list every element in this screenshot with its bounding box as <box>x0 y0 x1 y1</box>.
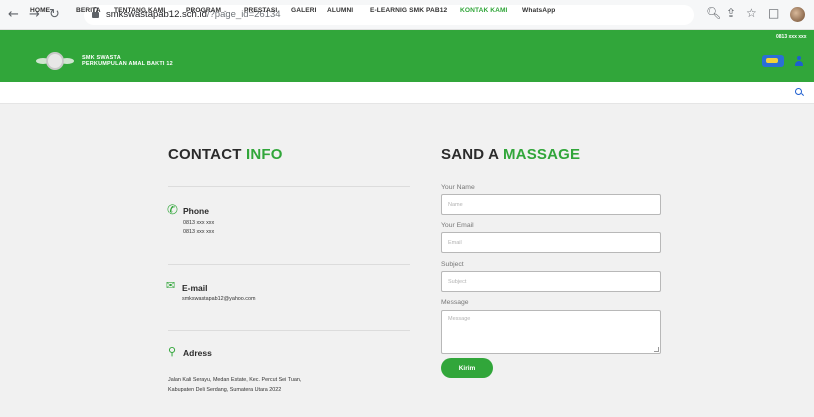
email-title: E-mail <box>182 283 208 293</box>
person-icon[interactable] <box>795 56 803 66</box>
divider <box>168 186 410 187</box>
browser-toolbar: ← → ↻ smkswastapab12.sch.id/?page_id=261… <box>0 0 814 30</box>
divider <box>168 264 410 265</box>
menu-item-prestasi[interactable]: PRESTASI <box>244 7 277 14</box>
school-logo-icon[interactable] <box>46 52 64 70</box>
name-label: Your Name <box>441 184 475 191</box>
content-area <box>0 104 814 417</box>
arrow-left-icon[interactable]: ← <box>8 7 19 22</box>
menu-item-elearning[interactable]: E-LEARNIG SMK PAB12 <box>370 7 447 14</box>
email-label: Your Email <box>441 222 474 229</box>
search-icon[interactable] <box>795 88 802 95</box>
side-panel-icon[interactable]: □ <box>768 6 779 20</box>
reload-icon[interactable]: ↻ <box>49 7 60 22</box>
menu-item-berita[interactable]: BERITA <box>76 7 101 14</box>
message-label: Message <box>441 299 469 306</box>
chevron-down-icon: ⌄ <box>167 8 172 14</box>
location-pin-icon: ⚲ <box>168 345 177 358</box>
header-phone: 0813 xxx xxx <box>776 34 807 40</box>
email-value: smkswastapab12@yahoo.com <box>182 296 256 302</box>
resize-handle-icon[interactable] <box>654 347 659 352</box>
menu-item-galeri[interactable]: GALERI <box>291 7 317 14</box>
share-icon[interactable]: ⇪ <box>726 6 736 20</box>
contact-info-heading: CONTACT INFO <box>168 146 283 163</box>
main-menu <box>0 82 814 104</box>
subject-label: Subject <box>441 261 464 268</box>
address-line-1: Jalan Kali Serayu, Medan Estate, Kec. Pe… <box>168 377 302 383</box>
address-line-2: Kabupaten Deli Serdang, Sumatera Utara 2… <box>168 387 282 393</box>
school-name[interactable]: SMK SWASTA PERKUMPULAN AMAL BAKTI 12 <box>82 55 173 67</box>
email-input[interactable] <box>441 232 661 253</box>
menu-item-home[interactable]: HOME <box>30 7 50 14</box>
phone-title: Phone <box>183 206 209 216</box>
submit-button[interactable]: Kirim <box>441 358 493 378</box>
zoom-icon[interactable]: 🔍︎ <box>706 6 721 20</box>
menu-item-tentang-kami[interactable]: TENTANG KAMI ⌄ <box>114 7 172 14</box>
smk-badge-icon <box>762 55 784 67</box>
phone-number-1: 0813 xxx xxx <box>183 220 215 226</box>
message-form-heading: SAND A MASSAGE <box>441 146 581 163</box>
menu-item-kontak-kami[interactable]: KONTAK KAMI <box>460 7 508 14</box>
menu-item-program[interactable]: PROGRAM ⌄ <box>186 7 227 14</box>
address-title: Adress <box>183 348 212 358</box>
phone-number-2: 0813 xxx xxx <box>183 229 215 235</box>
profile-avatar[interactable] <box>790 7 805 22</box>
menu-item-whatsapp[interactable]: WhatsApp <box>522 7 555 14</box>
chevron-down-icon: ⌄ <box>223 8 228 14</box>
star-icon[interactable]: ☆ <box>746 6 757 20</box>
name-input[interactable] <box>441 194 661 215</box>
message-textarea[interactable] <box>441 310 661 354</box>
email-icon: ✉ <box>166 279 176 292</box>
menu-item-alumni[interactable]: ALUMNI <box>327 7 353 14</box>
phone-icon: ✆ <box>167 203 178 218</box>
subject-input[interactable] <box>441 271 661 292</box>
divider <box>168 330 410 331</box>
